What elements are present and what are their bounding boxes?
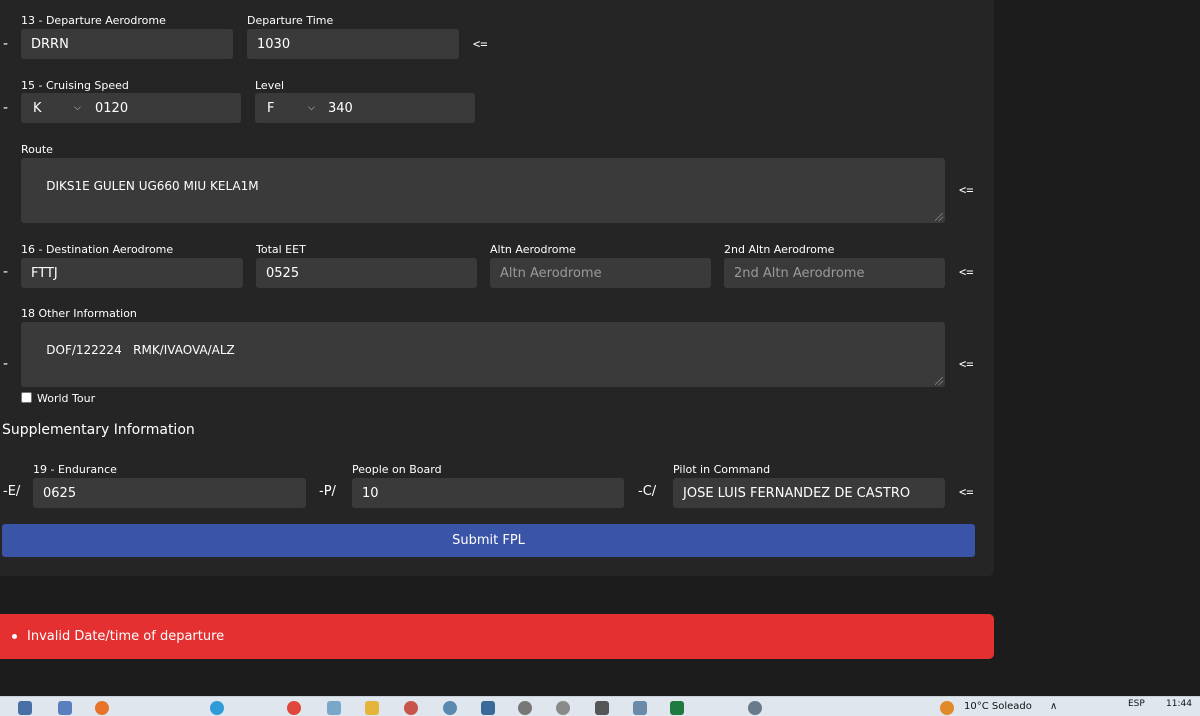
other-info-text: DOF/122224 RMK/IVAOVA/ALZ (46, 343, 235, 357)
windows-taskbar: 10°C Soleado ∧ ESP 11:44 (0, 696, 1200, 716)
excel-icon[interactable] (670, 701, 684, 715)
copy-arrow-button[interactable]: <= (959, 265, 973, 279)
app-icon[interactable] (327, 701, 341, 715)
app-icon[interactable] (518, 701, 532, 715)
level-unit-value: F (267, 100, 275, 116)
firefox-icon[interactable] (95, 701, 109, 715)
supplementary-title: Supplementary Information (2, 422, 195, 438)
task-view-icon[interactable] (18, 701, 32, 715)
level-label: Level (255, 79, 285, 92)
route-label: Route (21, 143, 53, 156)
world-tour-label: World Tour (37, 392, 96, 405)
app-icon[interactable] (595, 701, 609, 715)
app-icon[interactable] (443, 701, 457, 715)
route-textarea[interactable]: DIKS1E GULEN UG660 MIU KELA1M (21, 158, 945, 223)
copy-arrow-button[interactable]: <= (959, 183, 973, 197)
endurance-label: 19 - Endurance (33, 463, 117, 476)
plane-app-icon[interactable] (58, 701, 72, 715)
error-alert: Invalid Date/time of departure (0, 614, 994, 659)
copy-arrow-button[interactable]: <= (959, 357, 973, 371)
departure-aerodrome-label: 13 - Departure Aerodrome (21, 14, 166, 27)
altn-aerodrome-label: Altn Aerodrome (490, 243, 576, 256)
flight-plan-form: 13 - Departure Aerodrome Departure Time … (0, 0, 994, 576)
app-icon[interactable] (633, 701, 647, 715)
bullet-icon (12, 634, 17, 639)
people-on-board-input[interactable]: 10 (352, 478, 624, 508)
weather-icon (940, 701, 954, 715)
other-info-label: 18 Other Information (21, 307, 137, 320)
app-icon[interactable] (404, 701, 418, 715)
pilot-in-command-input[interactable]: JOSE LUIS FERNANDEZ DE CASTRO (673, 478, 945, 508)
pilot-prefix: -C/ (638, 484, 657, 499)
endurance-input[interactable]: 0625 (33, 478, 306, 508)
departure-time-label: Departure Time (247, 14, 334, 27)
weather-text: 10°C Soleado (964, 701, 1032, 712)
cruising-speed-input[interactable]: 0120 (85, 93, 241, 123)
departure-time-input[interactable]: 1030 (247, 29, 459, 59)
chrome-icon[interactable] (287, 701, 301, 715)
copy-arrow-button[interactable]: <= (473, 37, 487, 51)
field-prefix-dash: - (3, 356, 9, 372)
field-prefix-dash: - (3, 100, 9, 116)
clock[interactable]: 11:44 (1166, 699, 1192, 709)
people-prefix: -P/ (319, 484, 336, 499)
cruising-speed-label: 15 - Cruising Speed (21, 79, 129, 92)
people-on-board-label: People on Board (352, 463, 442, 476)
edge-icon[interactable] (210, 701, 224, 715)
error-message: Invalid Date/time of departure (27, 629, 225, 644)
altn-aerodrome-input[interactable]: Altn Aerodrome (490, 258, 711, 288)
chevron-down-icon: ⌵ (308, 103, 315, 113)
language-indicator[interactable]: ESP (1128, 699, 1145, 709)
departure-aerodrome-input[interactable]: DRRN (21, 29, 233, 59)
route-text: DIKS1E GULEN UG660 MIU KELA1M (46, 179, 259, 193)
app-icon[interactable] (556, 701, 570, 715)
submit-fpl-button[interactable]: Submit FPL (2, 524, 975, 557)
second-altn-label: 2nd Altn Aerodrome (724, 243, 835, 256)
file-explorer-icon[interactable] (365, 701, 379, 715)
copy-arrow-button[interactable]: <= (959, 485, 973, 499)
endurance-prefix: -E/ (3, 484, 21, 499)
destination-label: 16 - Destination Aerodrome (21, 243, 174, 256)
speed-unit-value: K (33, 100, 42, 116)
field-prefix-dash: - (3, 36, 9, 52)
second-altn-input[interactable]: 2nd Altn Aerodrome (724, 258, 945, 288)
pilot-in-command-label: Pilot in Command (673, 463, 771, 476)
settings-icon[interactable] (748, 701, 762, 715)
resize-grip-icon[interactable] (935, 377, 943, 385)
destination-input[interactable]: FTTJ (21, 258, 243, 288)
chevron-down-icon: ⌵ (74, 103, 81, 113)
other-info-textarea[interactable]: DOF/122224 RMK/IVAOVA/ALZ (21, 322, 945, 387)
level-input[interactable]: 340 (318, 93, 475, 123)
app-icon[interactable] (481, 701, 495, 715)
resize-grip-icon[interactable] (935, 213, 943, 221)
tray-chevron-icon[interactable]: ∧ (1050, 701, 1057, 712)
field-prefix-dash: - (3, 264, 9, 280)
total-eet-input[interactable]: 0525 (256, 258, 477, 288)
world-tour-checkbox[interactable] (21, 392, 32, 403)
total-eet-label: Total EET (256, 243, 306, 256)
